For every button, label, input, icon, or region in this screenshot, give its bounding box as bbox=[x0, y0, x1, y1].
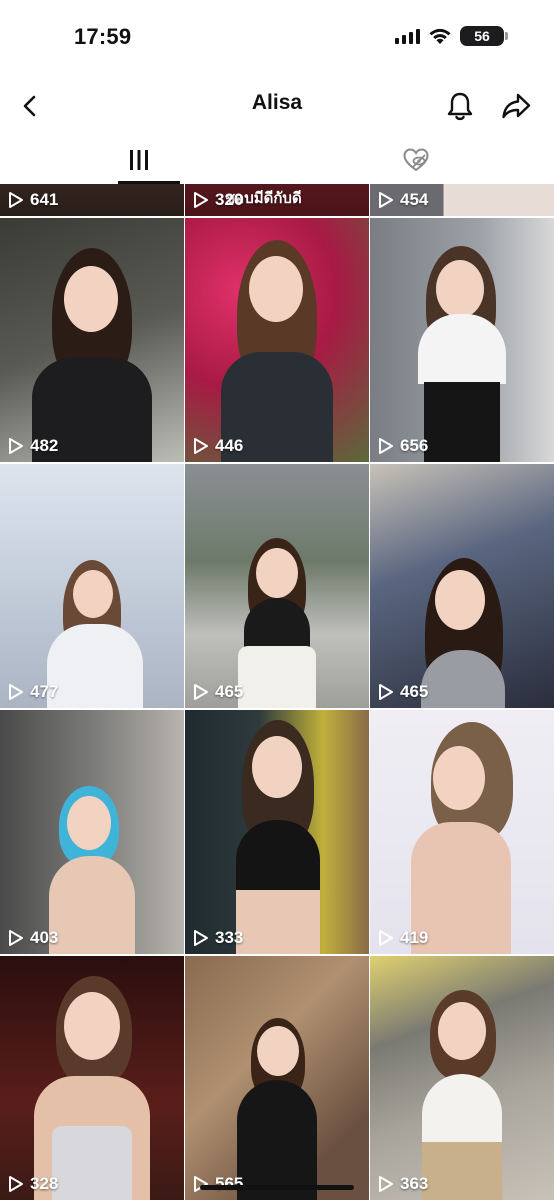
view-count: 320 bbox=[193, 190, 243, 210]
play-icon bbox=[194, 192, 208, 208]
video-tile[interactable]: 328 bbox=[0, 956, 184, 1200]
tab-videos[interactable] bbox=[0, 136, 277, 184]
view-count: 641 bbox=[8, 190, 58, 210]
play-icon bbox=[379, 684, 393, 700]
view-count: 419 bbox=[378, 928, 428, 948]
video-tile[interactable]: 363 bbox=[370, 956, 554, 1200]
video-tile[interactable]: 465 bbox=[370, 464, 554, 708]
play-icon bbox=[379, 438, 393, 454]
tab-liked[interactable] bbox=[277, 136, 554, 184]
cellular-signal-icon bbox=[395, 28, 420, 44]
view-count: 482 bbox=[8, 436, 58, 456]
video-tile[interactable]: 656 bbox=[370, 218, 554, 462]
view-count: 333 bbox=[193, 928, 243, 948]
video-tile[interactable]: 465 bbox=[185, 464, 369, 708]
play-icon bbox=[194, 930, 208, 946]
view-count: 454 bbox=[378, 190, 428, 210]
play-icon bbox=[9, 192, 23, 208]
nav-header: Alisa bbox=[0, 74, 554, 136]
video-tile[interactable]: 403 bbox=[0, 710, 184, 954]
heart-hidden-icon bbox=[402, 148, 429, 172]
view-count: 446 bbox=[193, 436, 243, 456]
play-icon bbox=[379, 1176, 393, 1192]
status-bar: 17:59 56 bbox=[0, 0, 554, 74]
bell-icon bbox=[447, 92, 473, 121]
grid-icon bbox=[129, 150, 148, 170]
status-time: 17:59 bbox=[74, 24, 132, 49]
play-icon bbox=[194, 438, 208, 454]
video-tile[interactable]: 482 bbox=[0, 218, 184, 462]
play-icon bbox=[9, 1176, 23, 1192]
play-icon bbox=[9, 930, 23, 946]
video-tile[interactable]: 419 bbox=[370, 710, 554, 954]
video-tile[interactable]: 477 bbox=[0, 464, 184, 708]
view-count: 363 bbox=[378, 1174, 428, 1194]
battery-icon: 56 bbox=[460, 26, 508, 46]
share-arrow-icon bbox=[502, 93, 531, 119]
profile-tabs bbox=[0, 136, 554, 184]
play-icon bbox=[379, 930, 393, 946]
view-count: 465 bbox=[193, 682, 243, 702]
status-icons: 56 bbox=[395, 26, 508, 46]
notification-button[interactable] bbox=[440, 86, 480, 126]
play-icon bbox=[194, 684, 208, 700]
video-tile[interactable]: 565 bbox=[185, 956, 369, 1200]
video-grid: 641 ชอบมีดีกับดี 320 454 482 446 656 477… bbox=[0, 184, 554, 1200]
play-icon bbox=[9, 684, 23, 700]
play-icon bbox=[9, 438, 23, 454]
view-count: 465 bbox=[378, 682, 428, 702]
video-tile[interactable]: 454 bbox=[370, 184, 554, 216]
wifi-icon bbox=[429, 28, 451, 44]
share-button[interactable] bbox=[496, 86, 536, 126]
home-indicator[interactable] bbox=[200, 1185, 354, 1190]
play-icon bbox=[379, 192, 393, 208]
video-tile[interactable]: 333 bbox=[185, 710, 369, 954]
battery-level: 56 bbox=[474, 28, 490, 44]
view-count: 565 bbox=[193, 1174, 243, 1194]
view-count: 656 bbox=[378, 436, 428, 456]
view-count: 477 bbox=[8, 682, 58, 702]
video-tile[interactable]: 641 bbox=[0, 184, 184, 216]
view-count: 403 bbox=[8, 928, 58, 948]
video-tile[interactable]: 446 bbox=[185, 218, 369, 462]
view-count: 328 bbox=[8, 1174, 58, 1194]
video-tile[interactable]: ชอบมีดีกับดี 320 bbox=[185, 184, 369, 216]
play-icon bbox=[194, 1176, 208, 1192]
